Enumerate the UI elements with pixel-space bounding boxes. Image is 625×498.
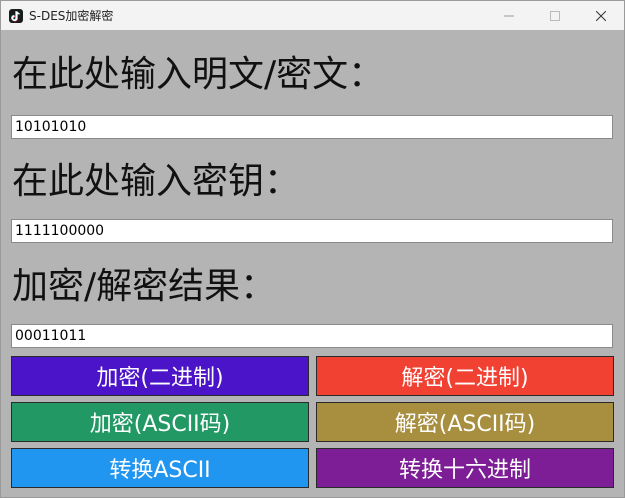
maximize-button[interactable] bbox=[532, 1, 578, 30]
decrypt-binary-button[interactable]: 解密(二进制) bbox=[316, 356, 614, 396]
plaintext-label: 在此处输入明文/密文： bbox=[12, 54, 385, 95]
close-button[interactable] bbox=[578, 1, 624, 30]
encrypt-ascii-button[interactable]: 加密(ASCII码) bbox=[11, 402, 309, 442]
window-title: S-DES加密解密 bbox=[29, 9, 114, 23]
maximize-icon bbox=[550, 10, 560, 21]
decrypt-ascii-button[interactable]: 解密(ASCII码) bbox=[316, 402, 614, 442]
plaintext-input[interactable] bbox=[11, 115, 613, 139]
close-icon bbox=[596, 10, 606, 21]
to-ascii-button[interactable]: 转换ASCII bbox=[11, 448, 309, 488]
app-window: S-DES加密解密 在此处输入明文/密文： 在此处输入密钥： bbox=[0, 0, 625, 498]
app-icon bbox=[9, 8, 23, 23]
title-bar[interactable]: S-DES加密解密 bbox=[1, 1, 624, 30]
encrypt-binary-button[interactable]: 加密(二进制) bbox=[11, 356, 309, 396]
to-hex-button[interactable]: 转换十六进制 bbox=[316, 448, 614, 488]
result-label: 加密/解密结果： bbox=[12, 266, 277, 307]
minimize-button[interactable] bbox=[486, 1, 532, 30]
key-input[interactable] bbox=[11, 219, 613, 243]
key-label: 在此处输入密钥： bbox=[12, 161, 301, 202]
minimize-icon bbox=[504, 15, 514, 16]
window-controls bbox=[486, 1, 624, 30]
result-output[interactable] bbox=[11, 324, 613, 348]
